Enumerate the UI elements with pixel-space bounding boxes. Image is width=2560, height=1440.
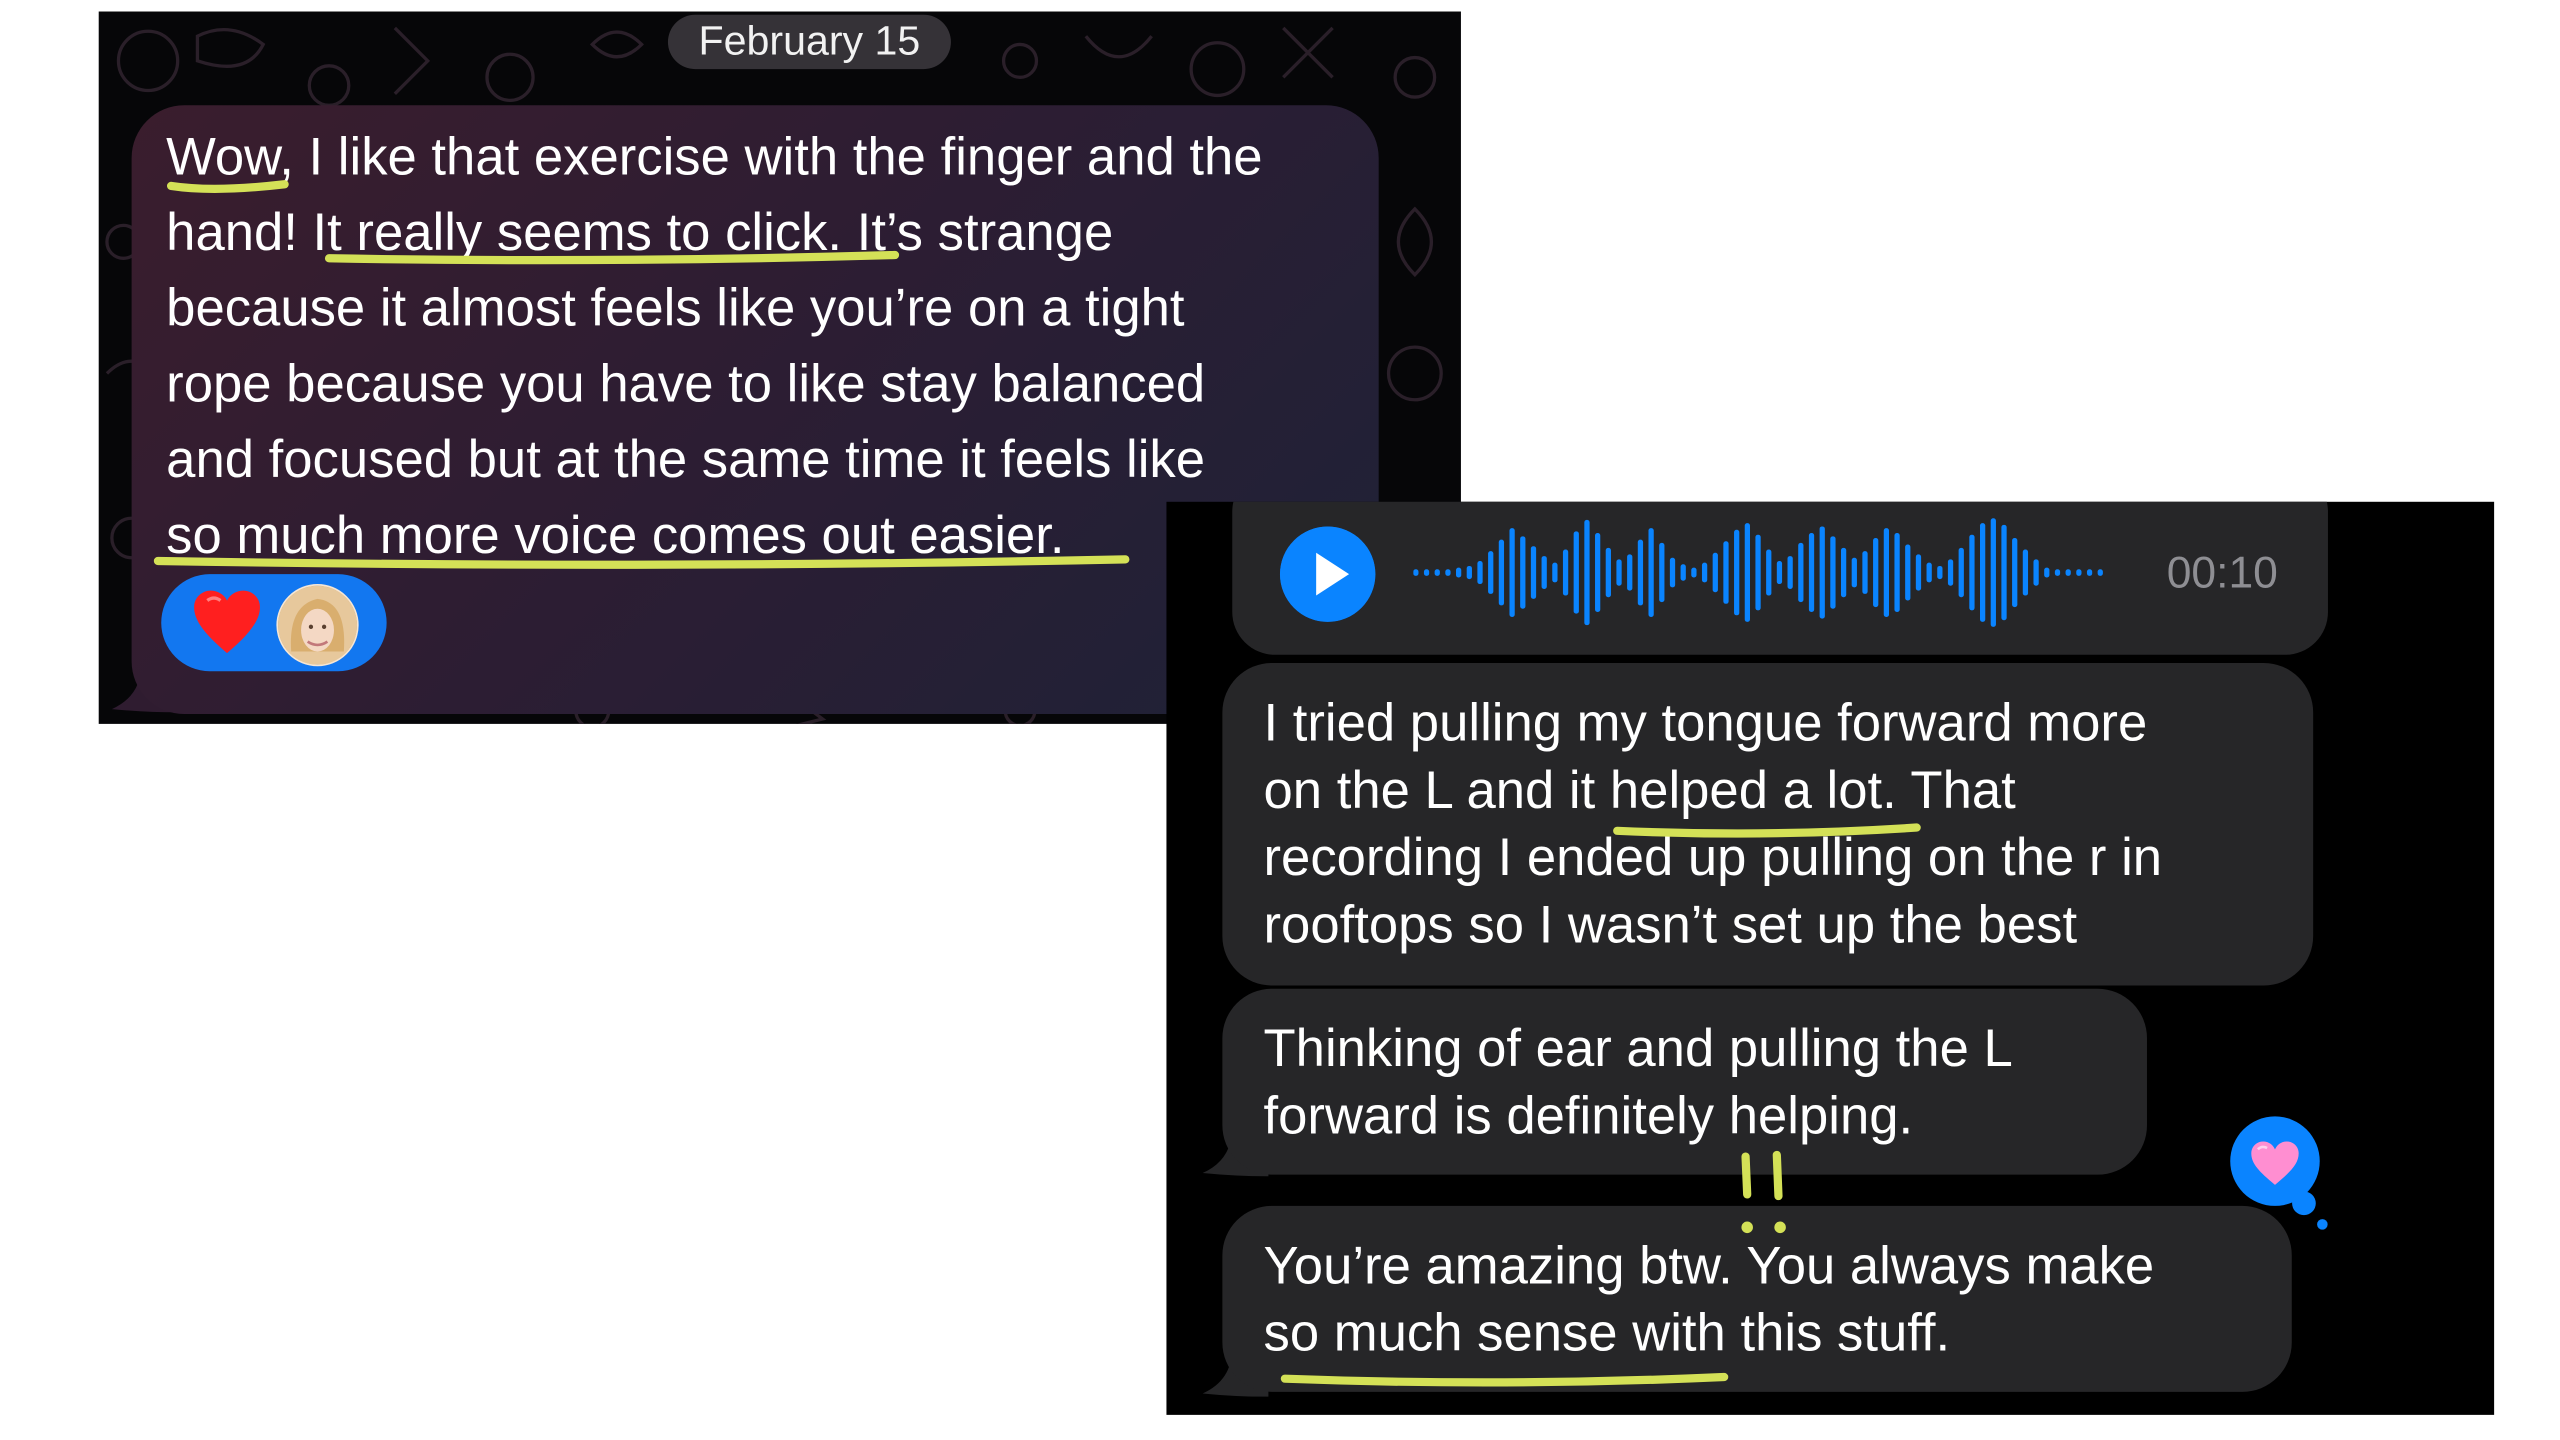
waveform-bar [1755, 534, 1761, 611]
waveform-bar [1905, 544, 1911, 601]
message-line: and focused but at the same time it feel… [166, 429, 1206, 489]
waveform-bar [1712, 552, 1718, 593]
right-chat-screenshot: 00:10 I tried pulling my tongue forward … [1166, 501, 2495, 1415]
waveform-bar [1637, 539, 1644, 606]
waveform-bar [1509, 528, 1515, 617]
waveform-bar [1776, 561, 1783, 585]
heart-icon [194, 590, 260, 654]
waveform-bar [1744, 523, 1750, 622]
waveform-bar [1862, 551, 1868, 594]
waveform-bar [1990, 518, 1996, 627]
waveform-bar [1616, 559, 1622, 586]
waveform-bar [1915, 554, 1922, 591]
waveform-bar [1573, 531, 1579, 614]
waveform-bar [2097, 569, 2103, 576]
waveform-bar [1498, 539, 1505, 606]
waveform-bar [2076, 569, 2082, 576]
waveform-bar [1659, 542, 1665, 603]
waveform-bar [2044, 567, 2050, 578]
waveform-bar [1979, 523, 1986, 622]
composite-screenshot: February 15 Wow, I like that exercise wi… [0, 0, 2560, 1440]
message-line: rope because you have to like stay balan… [166, 353, 1206, 413]
message-line: Wow, I like that exercise with the finge… [166, 126, 1263, 186]
waveform-bar [1520, 536, 1526, 609]
waveform-bar [2033, 559, 2039, 586]
waveform-bar [1787, 556, 1793, 589]
message-line: forward is definitely helping. [1263, 1085, 1914, 1146]
voice-duration: 00:10 [2166, 547, 2278, 598]
message-line: You’re amazing btw. You always make [1263, 1235, 2155, 1295]
waveform-bar [2012, 537, 2018, 608]
message-line: because it almost feels like you’re on a… [166, 278, 1185, 338]
waveform-bar [1701, 562, 1708, 583]
message-line: on the L and it helped a lot. That [1263, 760, 2016, 820]
waveform-bar [1798, 542, 1804, 603]
waveform-bar [1456, 567, 1462, 578]
waveform-bar [1413, 569, 1419, 576]
waveform-bar [1883, 528, 1890, 617]
waveform-bar [1926, 562, 1932, 583]
waveform-bar [1466, 565, 1472, 580]
waveform-bar [1669, 557, 1676, 588]
waveform-bar [1477, 561, 1483, 585]
waveform-bar [1595, 533, 1601, 613]
waveform-bar [1627, 554, 1633, 591]
message-line: hand! It really seems to click. It’s str… [166, 202, 1114, 262]
waveform-bar [1648, 528, 1654, 617]
waveform-bar [1680, 564, 1686, 581]
pink-heart-icon[interactable] [2221, 1114, 2339, 1232]
waveform-bar [1819, 526, 1825, 619]
waveform-bar [1766, 549, 1772, 596]
reaction-pill[interactable] [161, 574, 387, 672]
waveform-bar [1605, 547, 1611, 598]
waveform-bar [1488, 551, 1494, 594]
waveform-bar [1541, 556, 1547, 589]
waveform-bar [1445, 569, 1451, 576]
waveform-bar [1423, 569, 1430, 576]
waveform-bar [1969, 534, 1975, 611]
waveform-bar [1937, 565, 1943, 580]
waveform-bar [2054, 569, 2061, 576]
waveform-bar [1562, 549, 1569, 596]
date-separator: February 15 [667, 14, 951, 70]
waveform-bar [1734, 529, 1740, 616]
waveform-bar [1958, 547, 1964, 598]
waveform-bar [1830, 536, 1836, 609]
audio-waveform[interactable] [1413, 515, 2120, 630]
avatar-face-icon [278, 585, 357, 665]
waveform-bar [1723, 541, 1729, 604]
message-line: Thinking of ear and pulling the L [1263, 1018, 2013, 1078]
play-icon[interactable] [1279, 526, 1376, 622]
message-line: so much more voice comes out easier. [166, 505, 1065, 565]
waveform-bar [1873, 537, 1879, 608]
message-line: rooftops so I wasn’t set up the best [1263, 894, 2078, 955]
message-line: recording I ended up pulling on the r in [1263, 827, 2163, 887]
waveform-bar [1851, 557, 1857, 588]
waveform-bar [1808, 533, 1815, 613]
message-line: I tried pulling my tongue forward more [1263, 692, 2148, 752]
avatar[interactable] [276, 584, 359, 667]
waveform-bar [2001, 524, 2007, 621]
waveform-bar [1530, 546, 1537, 599]
waveform-bar [1947, 559, 1954, 586]
waveform-bar [2086, 569, 2093, 576]
waveform-bar [1584, 519, 1590, 626]
waveform-bar [2065, 569, 2071, 576]
waveform-bar [1691, 567, 1697, 578]
waveform-bar [1434, 569, 1440, 576]
waveform-bar [1552, 562, 1558, 583]
waveform-bar [1840, 547, 1847, 598]
waveform-bar [2022, 549, 2029, 596]
waveform-bar [1894, 533, 1900, 613]
message-line: so much sense with this stuff. [1263, 1302, 1951, 1363]
